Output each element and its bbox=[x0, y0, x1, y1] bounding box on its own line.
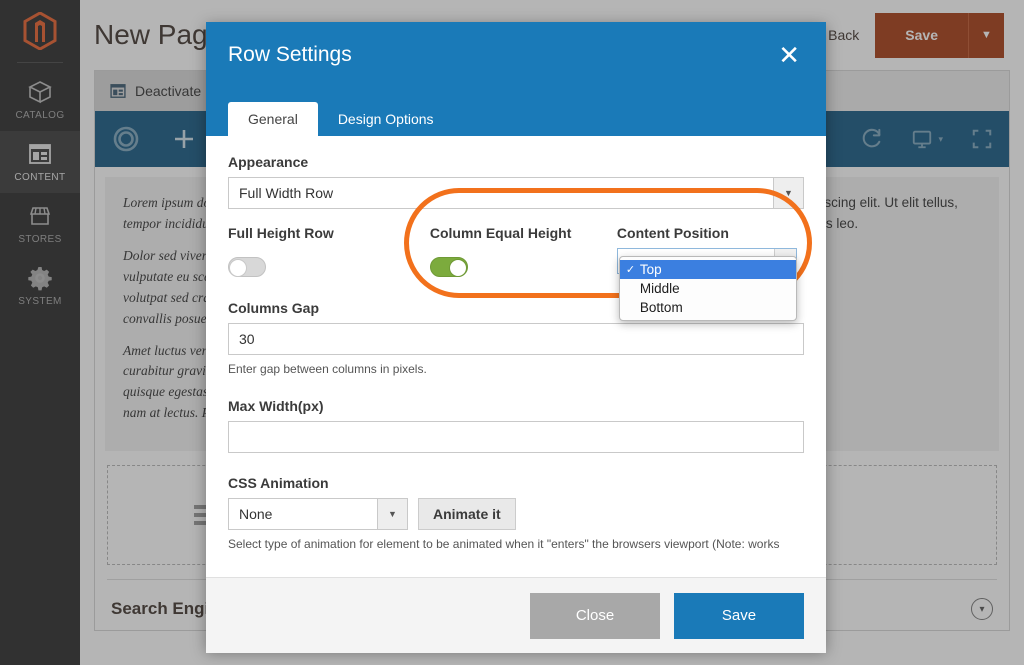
label-appearance: Appearance bbox=[228, 154, 804, 170]
close-button[interactable]: Close bbox=[530, 593, 660, 639]
modal-title: Row Settings bbox=[228, 43, 774, 67]
option-label: Bottom bbox=[640, 300, 683, 315]
modal-tabs: General Design Options bbox=[206, 88, 826, 136]
chevron-down-icon[interactable]: ▼ bbox=[773, 178, 803, 208]
label-column-equal-height: Column Equal Height bbox=[430, 225, 617, 241]
option-middle[interactable]: Middle bbox=[620, 279, 796, 298]
full-height-row-toggle[interactable] bbox=[228, 257, 266, 277]
option-label: Middle bbox=[640, 281, 680, 296]
column-equal-height-toggle[interactable] bbox=[430, 257, 468, 277]
css-animation-select-value: None bbox=[229, 499, 377, 529]
close-icon[interactable]: ✕ bbox=[774, 42, 804, 68]
modal-header: Row Settings ✕ bbox=[206, 22, 826, 88]
option-top[interactable]: ✓ Top bbox=[620, 260, 796, 279]
hint-columns-gap: Enter gap between columns in pixels. bbox=[228, 362, 804, 376]
toggle-knob bbox=[229, 259, 247, 277]
label-full-height-row: Full Height Row bbox=[228, 225, 430, 241]
modal-body: Appearance Full Width Row ▼ Full Height … bbox=[206, 136, 826, 577]
appearance-select-value: Full Width Row bbox=[229, 178, 773, 208]
check-icon: ✓ bbox=[626, 263, 640, 276]
modal-save-button[interactable]: Save bbox=[674, 593, 804, 639]
field-css-animation: CSS Animation None ▼ Animate it Select t… bbox=[228, 475, 804, 551]
field-content-position: Content Position ✓ Top Mi bbox=[617, 225, 804, 282]
css-animation-row: None ▼ Animate it bbox=[228, 498, 804, 530]
content-position-dropdown-list: ✓ Top Middle Bottom bbox=[619, 256, 797, 321]
field-full-height-row: Full Height Row bbox=[228, 225, 430, 282]
label-max-width: Max Width(px) bbox=[228, 398, 804, 414]
option-bottom[interactable]: Bottom bbox=[620, 298, 796, 317]
chevron-down-icon[interactable]: ▼ bbox=[377, 499, 407, 529]
admin-app: CATALOG CONTENT STORES bbox=[0, 0, 1024, 665]
modal-footer: Close Save bbox=[206, 577, 826, 653]
toggle-knob bbox=[449, 259, 467, 277]
animate-it-button[interactable]: Animate it bbox=[418, 498, 516, 530]
label-content-position: Content Position bbox=[617, 225, 804, 241]
columns-gap-input[interactable] bbox=[228, 323, 804, 355]
css-animation-select[interactable]: None ▼ bbox=[228, 498, 408, 530]
field-column-equal-height: Column Equal Height bbox=[430, 225, 617, 282]
tab-general[interactable]: General bbox=[228, 102, 318, 136]
label-css-animation: CSS Animation bbox=[228, 475, 804, 491]
appearance-select[interactable]: Full Width Row ▼ bbox=[228, 177, 804, 209]
field-appearance: Appearance Full Width Row ▼ bbox=[228, 154, 804, 209]
tab-design-options[interactable]: Design Options bbox=[318, 102, 454, 136]
max-width-input[interactable] bbox=[228, 421, 804, 453]
row-settings-modal: Row Settings ✕ General Design Options Ap… bbox=[206, 22, 826, 650]
hint-css-animation: Select type of animation for element to … bbox=[228, 537, 804, 551]
toggles-row: Full Height Row Column Equal Height Cont… bbox=[228, 225, 804, 282]
option-label: Top bbox=[640, 262, 662, 277]
content-position-select[interactable]: ✓ Top Middle Bottom bbox=[617, 248, 797, 274]
field-max-width: Max Width(px) bbox=[228, 398, 804, 453]
